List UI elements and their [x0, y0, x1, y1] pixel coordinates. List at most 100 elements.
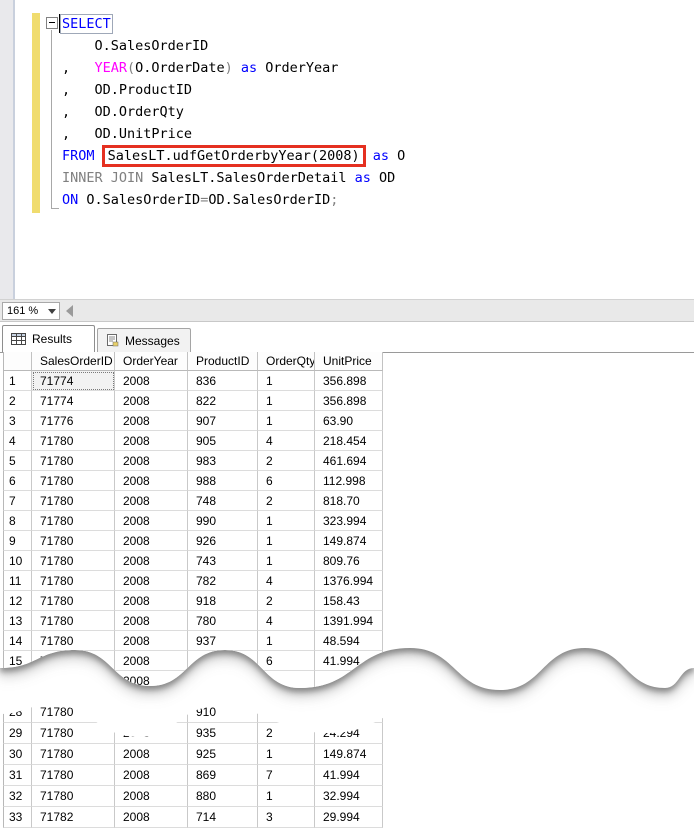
- code-line-9[interactable]: ON O.SalesOrderID=OD.SalesOrderID;: [62, 189, 338, 211]
- grid-cell[interactable]: 71780: [32, 491, 115, 511]
- code-line-8[interactable]: INNER JOIN SalesLT.SalesOrderDetail as O…: [62, 167, 395, 189]
- grid-cell[interactable]: 63.90: [315, 411, 383, 431]
- arrow-left-icon[interactable]: [66, 305, 73, 317]
- grid-cell[interactable]: 2008: [115, 611, 188, 631]
- grid-cell[interactable]: 71774: [32, 371, 115, 391]
- grid-cell[interactable]: 2008: [115, 551, 188, 571]
- grid-cell[interactable]: [258, 671, 315, 691]
- grid-cell[interactable]: 918: [188, 591, 258, 611]
- row-number-cell[interactable]: 30: [3, 744, 32, 765]
- row-number-cell[interactable]: 9: [3, 531, 32, 551]
- grid-cell[interactable]: 907: [188, 411, 258, 431]
- grid-cell[interactable]: 1: [258, 531, 315, 551]
- grid-cell[interactable]: 4: [258, 611, 315, 631]
- grid-cell[interactable]: 2008: [115, 591, 188, 611]
- grid-cell[interactable]: 2008: [115, 765, 188, 786]
- grid-cell[interactable]: 926: [188, 531, 258, 551]
- row-number-cell[interactable]: 16: [3, 671, 32, 691]
- grid-cell[interactable]: [315, 671, 383, 691]
- row-number-cell[interactable]: 13: [3, 611, 32, 631]
- grid-cell[interactable]: 6: [258, 651, 315, 671]
- grid-cell[interactable]: 71780: [32, 744, 115, 765]
- grid-cell[interactable]: [188, 671, 258, 691]
- grid-cell[interactable]: 2008: [115, 807, 188, 828]
- grid-cell[interactable]: 71780: [32, 551, 115, 571]
- grid-cell[interactable]: 2008: [115, 786, 188, 807]
- grid-cell[interactable]: 1: [258, 551, 315, 571]
- grid-cell[interactable]: 71776: [32, 411, 115, 431]
- grid-cell[interactable]: 71780: [32, 611, 115, 631]
- row-number-cell[interactable]: 5: [3, 451, 32, 471]
- grid-cell[interactable]: 6: [258, 471, 315, 491]
- code-line-7[interactable]: FROM SalesLT.udfGetOrderbyYear(2008) as …: [62, 145, 405, 167]
- column-header-unitprice[interactable]: UnitPrice: [315, 352, 383, 371]
- grid-cell[interactable]: 218.454: [315, 431, 383, 451]
- grid-cell[interactable]: 1: [258, 511, 315, 531]
- grid-cell[interactable]: 71780: [32, 631, 115, 651]
- grid-cell[interactable]: 41.994: [315, 765, 383, 786]
- row-number-cell[interactable]: 7: [3, 491, 32, 511]
- row-number-cell[interactable]: 11: [3, 571, 32, 591]
- grid-cell[interactable]: 71780: [32, 511, 115, 531]
- grid-cell[interactable]: 818.70: [315, 491, 383, 511]
- grid-cell[interactable]: 149.874: [315, 744, 383, 765]
- grid-cell[interactable]: 48.594: [315, 631, 383, 651]
- grid-cell[interactable]: 149.874: [315, 531, 383, 551]
- code-line-4[interactable]: , OD.ProductID: [62, 79, 192, 101]
- grid-cell[interactable]: 71780: [32, 531, 115, 551]
- grid-cell[interactable]: 32.994: [315, 786, 383, 807]
- grid-cell[interactable]: 1391.994: [315, 611, 383, 631]
- grid-cell[interactable]: 1: [258, 391, 315, 411]
- sql-editor[interactable]: SELECT O.SalesOrderID, YEAR(O.OrderDate)…: [0, 0, 694, 299]
- row-number-cell[interactable]: 2: [3, 391, 32, 411]
- grid-cell[interactable]: 71774: [32, 391, 115, 411]
- grid-cell[interactable]: 782: [188, 571, 258, 591]
- tab-messages[interactable]: Messages: [97, 328, 191, 352]
- grid-cell[interactable]: 1: [258, 371, 315, 391]
- grid-cell[interactable]: 4: [258, 571, 315, 591]
- grid-cell[interactable]: 748: [188, 491, 258, 511]
- grid-cell[interactable]: 71780: [32, 451, 115, 471]
- code-line-1[interactable]: SELECT: [62, 13, 111, 35]
- row-number-cell[interactable]: 12: [3, 591, 32, 611]
- code-fold-minus-icon[interactable]: [46, 17, 58, 29]
- grid-cell[interactable]: 937: [188, 631, 258, 651]
- code-line-6[interactable]: , OD.UnitPrice: [62, 123, 192, 145]
- grid-cell[interactable]: [32, 671, 115, 691]
- grid-cell[interactable]: 158.43: [315, 591, 383, 611]
- grid-cell[interactable]: 71780: [32, 591, 115, 611]
- grid-cell[interactable]: 2008: [115, 744, 188, 765]
- grid-cell[interactable]: 71780: [32, 471, 115, 491]
- grid-cell[interactable]: 3: [258, 807, 315, 828]
- grid-cell[interactable]: 780: [188, 611, 258, 631]
- grid-cell[interactable]: 809.76: [315, 551, 383, 571]
- grid-cell[interactable]: 2008: [115, 391, 188, 411]
- row-number-cell[interactable]: 15: [3, 651, 32, 671]
- grid-cell[interactable]: 2008: [115, 531, 188, 551]
- code-line-5[interactable]: , OD.OrderQty: [62, 101, 184, 123]
- grid-cell[interactable]: 880: [188, 786, 258, 807]
- grid-cell[interactable]: 71780: [32, 765, 115, 786]
- grid-cell[interactable]: 2008: [115, 451, 188, 471]
- grid-cell[interactable]: 461.694: [315, 451, 383, 471]
- grid-cell[interactable]: 935: [188, 723, 258, 744]
- grid-cell[interactable]: 71780: [32, 786, 115, 807]
- column-header-productid[interactable]: ProductID: [188, 352, 258, 371]
- row-number-cell[interactable]: 8: [3, 511, 32, 531]
- row-number-cell[interactable]: 4: [3, 431, 32, 451]
- grid-cell[interactable]: 112.998: [315, 471, 383, 491]
- grid-cell[interactable]: 2: [258, 451, 315, 471]
- grid-cell[interactable]: 2008: [115, 411, 188, 431]
- code-line-3[interactable]: , YEAR(O.OrderDate) as OrderYear: [62, 57, 338, 79]
- grid-cell[interactable]: 71780: [32, 651, 115, 671]
- grid-cell[interactable]: 836: [188, 371, 258, 391]
- grid-cell[interactable]: 7: [258, 765, 315, 786]
- grid-cell[interactable]: 323.994: [315, 511, 383, 531]
- grid-cell[interactable]: 356.898: [315, 371, 383, 391]
- grid-cell[interactable]: 2008: [115, 651, 188, 671]
- row-number-cell[interactable]: 10: [3, 551, 32, 571]
- grid-cell[interactable]: 2008: [115, 511, 188, 531]
- grid-corner-cell[interactable]: [3, 352, 32, 371]
- grid-cell[interactable]: 2008: [115, 491, 188, 511]
- grid-cell[interactable]: 743: [188, 551, 258, 571]
